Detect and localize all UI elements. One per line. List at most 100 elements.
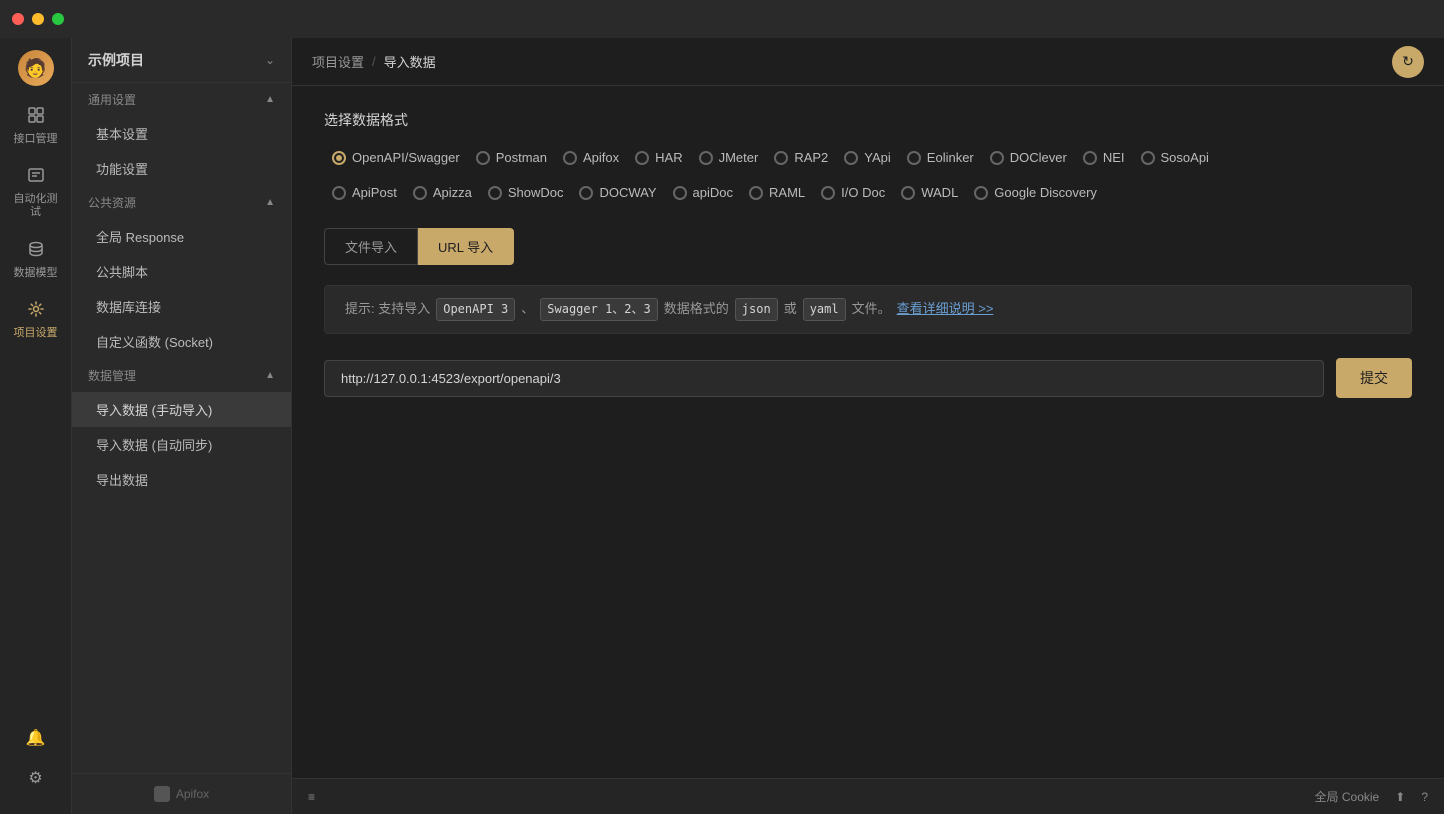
hint-middle: 数据格式的	[664, 299, 729, 320]
status-bar-right: 全局 Cookie ⬆ ?	[1315, 788, 1428, 805]
radio-showdoc	[488, 186, 502, 200]
format-option-har[interactable]: HAR	[627, 146, 690, 169]
gear-icon[interactable]: ⚙	[20, 762, 52, 794]
close-button[interactable]	[12, 13, 24, 25]
nav-item-import-auto[interactable]: 导入数据 (自动同步)	[72, 427, 291, 462]
icon-sidebar-bottom: 🔔 ⚙	[20, 722, 52, 802]
format-option-showdoc[interactable]: ShowDoc	[480, 181, 572, 204]
submit-button[interactable]: 提交	[1336, 358, 1412, 398]
nav-item-basic[interactable]: 基本设置	[72, 116, 291, 151]
project-header[interactable]: 示例项目 ⌄	[72, 38, 291, 83]
help-icon[interactable]: ?	[1421, 790, 1428, 804]
format-google-discovery-label: Google Discovery	[994, 185, 1097, 200]
format-row-2: ApiPost Apizza ShowDoc DOCWAY	[324, 181, 1412, 204]
format-option-google-discovery[interactable]: Google Discovery	[966, 181, 1105, 204]
radio-google-discovery	[974, 186, 988, 200]
interface-icon	[27, 106, 45, 129]
format-option-jmeter[interactable]: JMeter	[691, 146, 767, 169]
radio-nei	[1083, 151, 1097, 165]
nav-section-resources-header[interactable]: 公共资源 ▲	[72, 186, 291, 219]
avatar[interactable]: 🧑	[18, 50, 54, 86]
nav-item-db-connection[interactable]: 数据库连接	[72, 289, 291, 324]
nav-section-data: 数据管理 ▲ 导入数据 (手动导入) 导入数据 (自动同步) 导出数据	[72, 359, 291, 497]
sidebar-item-datamodel[interactable]: 数据模型	[6, 232, 66, 288]
format-rap2-label: RAP2	[794, 150, 828, 165]
radio-apipost	[332, 186, 346, 200]
sidebar-item-settings[interactable]: 项目设置	[6, 292, 66, 348]
format-option-apidoc[interactable]: apiDoc	[665, 181, 741, 204]
format-option-apizza[interactable]: Apizza	[405, 181, 480, 204]
format-option-eolinker[interactable]: Eolinker	[899, 146, 982, 169]
menu-icon[interactable]: ≡	[308, 790, 315, 804]
global-cookie-label[interactable]: 全局 Cookie	[1315, 788, 1380, 805]
nav-section-general: 通用设置 ▲ 基本设置 功能设置	[72, 83, 291, 186]
project-dropdown-icon: ⌄	[265, 53, 275, 67]
radio-apidoc	[673, 186, 687, 200]
nav-item-global-response[interactable]: 全局 Response	[72, 219, 291, 254]
nav-section-data-label: 数据管理	[88, 367, 136, 384]
nav-section-data-header[interactable]: 数据管理 ▲	[72, 359, 291, 392]
format-option-sosoapi[interactable]: SosoApi	[1133, 146, 1217, 169]
format-option-iodoc[interactable]: I/O Doc	[813, 181, 893, 204]
breadcrumb: 项目设置 / 导入数据	[312, 52, 436, 71]
format-option-nei[interactable]: NEI	[1075, 146, 1133, 169]
nav-section-data-arrow: ▲	[265, 370, 275, 381]
radio-postman	[476, 151, 490, 165]
nav-item-public-script[interactable]: 公共脚本	[72, 254, 291, 289]
format-nei-label: NEI	[1103, 150, 1125, 165]
url-input-row: 提交	[324, 358, 1412, 398]
format-option-rap2[interactable]: RAP2	[766, 146, 836, 169]
format-option-postman[interactable]: Postman	[468, 146, 555, 169]
format-option-apifox[interactable]: Apifox	[555, 146, 627, 169]
format-sosoapi-label: SosoApi	[1161, 150, 1209, 165]
refresh-button[interactable]: ↻	[1392, 46, 1424, 78]
status-bar: ≡ 全局 Cookie ⬆ ?	[292, 778, 1444, 814]
apifox-logo-icon	[154, 786, 170, 802]
interface-label: 接口管理	[14, 133, 58, 146]
breadcrumb-current: 导入数据	[384, 52, 436, 71]
autotest-icon	[27, 166, 45, 189]
format-option-docclever[interactable]: DOClever	[982, 146, 1075, 169]
hint-badge-yaml: yaml	[803, 298, 846, 321]
format-option-openapi[interactable]: OpenAPI/Swagger	[324, 146, 468, 169]
format-option-raml[interactable]: RAML	[741, 181, 813, 204]
sidebar-item-autotest[interactable]: 自动化测试	[6, 158, 66, 227]
radio-yapi	[844, 151, 858, 165]
format-openapi-label: OpenAPI/Swagger	[352, 150, 460, 165]
nav-section-general-arrow: ▲	[265, 94, 275, 105]
format-option-docway[interactable]: DOCWAY	[571, 181, 664, 204]
icon-sidebar-top: 🧑 接口管理	[6, 50, 66, 722]
maximize-button[interactable]	[52, 13, 64, 25]
format-option-wadl[interactable]: WADL	[893, 181, 966, 204]
format-wadl-label: WADL	[921, 185, 958, 200]
share-icon[interactable]: ⬆	[1395, 790, 1405, 804]
format-apipost-label: ApiPost	[352, 185, 397, 200]
section-title: 选择数据格式	[324, 110, 1412, 130]
nav-item-features[interactable]: 功能设置	[72, 151, 291, 186]
radio-eolinker	[907, 151, 921, 165]
hint-bar: 提示: 支持导入 OpenAPI 3 、 Swagger 1、2、3 数据格式的…	[324, 285, 1412, 334]
nav-section-general-header[interactable]: 通用设置 ▲	[72, 83, 291, 116]
hint-badge-json: json	[735, 298, 778, 321]
format-option-apipost[interactable]: ApiPost	[324, 181, 405, 204]
radio-apifox	[563, 151, 577, 165]
traffic-lights	[12, 13, 64, 25]
nav-item-export[interactable]: 导出数据	[72, 462, 291, 497]
nav-item-custom-func[interactable]: 自定义函数 (Socket)	[72, 324, 291, 359]
minimize-button[interactable]	[32, 13, 44, 25]
format-option-yapi[interactable]: YApi	[836, 146, 899, 169]
refresh-icon: ↻	[1402, 53, 1414, 70]
hint-or: 或	[784, 299, 797, 320]
autotest-label: 自动化测试	[12, 193, 60, 219]
tab-file-import[interactable]: 文件导入	[324, 228, 418, 265]
format-grid: OpenAPI/Swagger Postman Apifox HAR	[324, 146, 1412, 204]
radio-sosoapi	[1141, 151, 1155, 165]
top-bar: 项目设置 / 导入数据 ↻	[292, 38, 1444, 86]
tab-url-import[interactable]: URL 导入	[418, 228, 514, 265]
bell-icon[interactable]: 🔔	[20, 722, 52, 754]
nav-item-import-manual[interactable]: 导入数据 (手动导入)	[72, 392, 291, 427]
url-input[interactable]	[324, 360, 1324, 397]
hint-suffix: 文件。	[852, 299, 891, 320]
sidebar-item-interface[interactable]: 接口管理	[6, 98, 66, 154]
hint-detail-link[interactable]: 查看详细说明 >>	[897, 299, 994, 320]
